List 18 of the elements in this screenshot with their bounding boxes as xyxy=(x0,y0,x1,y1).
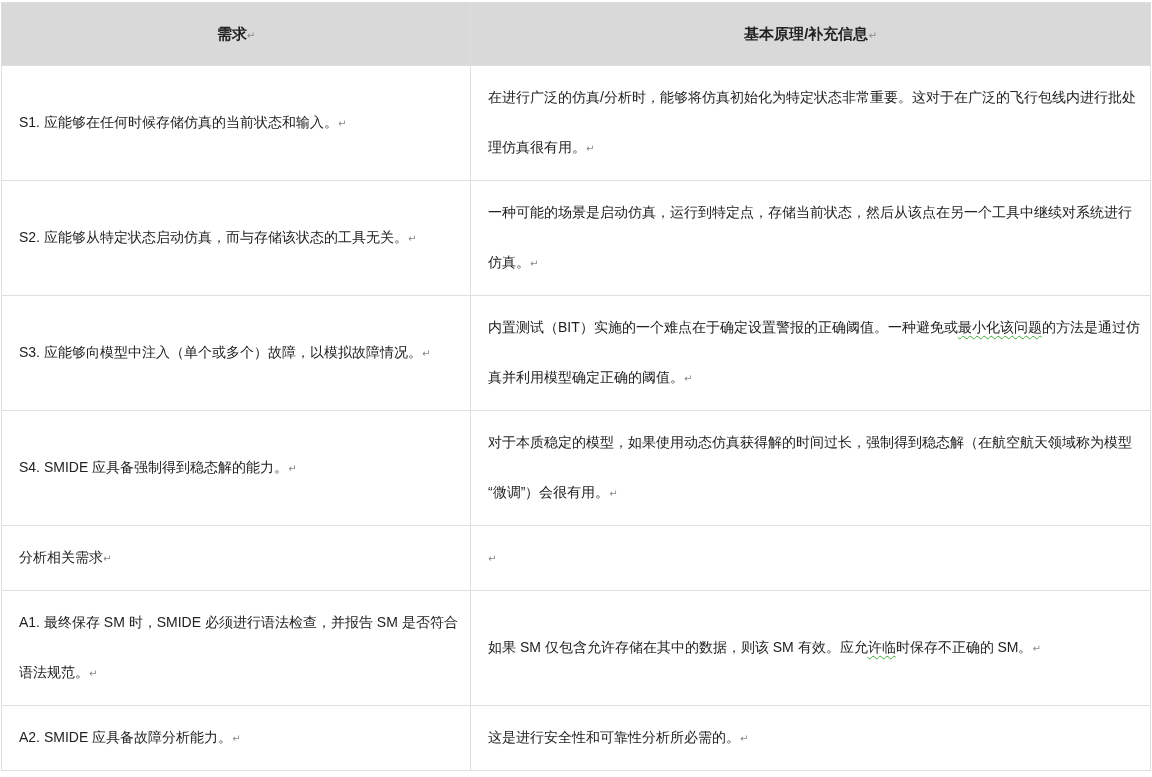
cell-text: 对于本质稳定的模型，如果使用动态仿真获得解的时间过长，强制得到稳态解（在航空航天领域称为模型 “微调”）会很有用。↵ xyxy=(488,433,1133,502)
cell-text: 如果 SM 仅包含允许存储在其中的数据，则该 SM 有效。应允许临时保存不正确的 SM。↵ xyxy=(488,638,1042,657)
column-header: 需求 xyxy=(216,24,247,42)
cell-text: 这是进行安全性和可靠性分析所必需的。↵ xyxy=(488,728,750,747)
cell-text: 一种可能的场景是启动仿真，运行到特定点，存储当前状态，然后从该点在另一个工具中继续对系统进行仿真。↵ xyxy=(488,203,1133,272)
paragraph-mark: ↵ xyxy=(246,29,256,41)
cell-text: S4. SMIDE 应具备强制得到稳态解的能力。↵ xyxy=(19,458,298,477)
cell-text: 内置测试（BIT）实施的一个难点在于确定设置警报的正确阈值。一种避免或最小化该问题的方法是通过仿真并利用模型确定正确的阈值。↵ xyxy=(488,318,1141,387)
column-header: 基本原理/补充信息 xyxy=(744,24,869,42)
cell-text: A1. 最终保存 SM 时，SMIDE 必须进行语法检查，并报告 SM 是否符合语法规范。↵ xyxy=(19,613,459,682)
paragraph-mark: ↵ xyxy=(488,553,497,564)
cell-text: 分析相关需求↵ xyxy=(19,548,113,567)
cell-text: S3. 应能够向模型中注入（单个或多个）故障，以模拟故障情况。↵ xyxy=(19,343,432,362)
cell-text: 在进行广泛的仿真/分析时，能够将仿真初始化为特定状态非常重要。这对于在广泛的飞行包线内进行批处理仿真很有用。↵ xyxy=(488,88,1137,157)
cell-text: S1. 应能够在任何时候存储仿真的当前状态和输入。↵ xyxy=(19,113,348,132)
cell-text: S2. 应能够从特定状态启动仿真，而与存储该状态的工具无关。↵ xyxy=(19,228,418,247)
paragraph-mark: ↵ xyxy=(868,29,877,41)
cell-text: A2. SMIDE 应具备故障分析能力。↵ xyxy=(19,728,242,747)
